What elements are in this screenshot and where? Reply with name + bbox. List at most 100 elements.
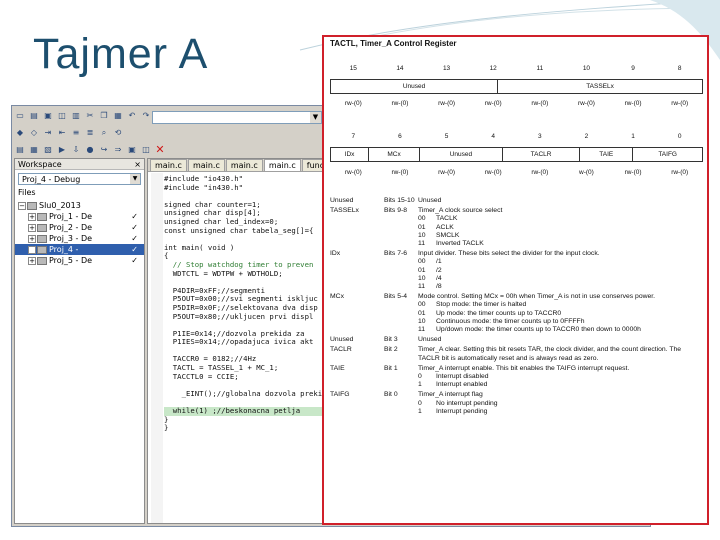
editor-tab[interactable]: main.c (150, 159, 187, 171)
paste-icon[interactable]: ▦ (112, 110, 124, 122)
next-bookmark-icon[interactable]: ◇ (28, 127, 40, 139)
access-type: rw-(0) (391, 169, 409, 176)
new-file-icon[interactable]: ▭ (14, 110, 26, 122)
workspace-tree-item[interactable]: + Proj_3 - De ✓ (15, 233, 144, 244)
run-icon[interactable]: ⇒ (112, 144, 124, 156)
code-line[interactable]: P1IES=0x14;//opadajuca ivica akt (164, 338, 322, 347)
option-value: 0 (418, 399, 422, 407)
editor-tab[interactable]: main.c (225, 159, 263, 171)
option-line: 11 Inverted TACLK (418, 240, 703, 248)
option-line: 11/8 (418, 283, 703, 291)
code-line[interactable]: const unsigned char tabela_seg[]={ (164, 226, 322, 236)
cut-icon[interactable]: ✂ (84, 110, 96, 122)
undo-icon[interactable]: ↶ (126, 110, 138, 122)
description-text: Mode control. Setting MCx = 00h when Tim… (418, 293, 656, 301)
code-line[interactable]: #include "in430.h" (164, 183, 322, 193)
field-name: IDx (330, 250, 341, 258)
bit-number: 1 (631, 133, 635, 140)
expand-toggle-icon[interactable]: + (28, 234, 36, 243)
save-icon[interactable]: ▣ (42, 110, 54, 122)
find-combo[interactable]: ▼ (152, 111, 322, 124)
field-bits: Bits 5-4 (384, 293, 408, 301)
workspace-tree-item[interactable]: − Slu0_2013 (15, 200, 144, 211)
tree-item-label: Proj_5 - De (49, 256, 93, 265)
expand-toggle-icon[interactable]: + (28, 245, 36, 254)
field-name: TASSELx (330, 207, 359, 215)
debug-icon[interactable]: ▶ (56, 144, 68, 156)
tree-item-label: Slu0_2013 (39, 201, 81, 210)
editor-tab[interactable]: main.c (263, 159, 301, 171)
code-line[interactable]: _EINT();//globalna dozvola preki (164, 389, 323, 399)
chevron-down-icon[interactable]: ▼ (130, 174, 140, 184)
print-icon[interactable]: ▥ (70, 110, 82, 122)
tree-item-label: Proj_4 - (49, 245, 79, 254)
stop-build-icon[interactable]: ✕ (154, 143, 166, 156)
find-icon[interactable]: ⌕ (98, 127, 110, 139)
check-icon: ✓ (131, 256, 138, 265)
download-icon[interactable]: ⇩ (70, 144, 82, 156)
expand-toggle-icon[interactable]: − (18, 201, 26, 210)
code-line[interactable]: TACCTL0 = CCIE; (164, 372, 322, 382)
register-title: TACTL, Timer_A Control Register (330, 39, 457, 48)
register-field: IDx (329, 147, 370, 162)
redo-icon[interactable]: ↷ (140, 110, 152, 122)
expand-toggle-icon[interactable]: + (28, 223, 36, 232)
code-lines: #include "io430.h" #include "in430.h" sig… (164, 174, 323, 433)
chevron-down-icon[interactable]: ▼ (310, 112, 321, 123)
make-icon[interactable]: ▦ (28, 144, 40, 156)
options-icon[interactable]: ▣ (126, 144, 138, 156)
comment-icon[interactable]: ≡ (70, 127, 82, 139)
close-icon[interactable]: × (134, 159, 141, 170)
indent-icon[interactable]: ⇥ (42, 127, 54, 139)
workspace-tree-item[interactable]: + Proj_1 - De ✓ (15, 211, 144, 222)
access-type: rw-(0) (438, 100, 456, 107)
code-line[interactable]: int main( void ) (164, 243, 322, 253)
description-row: TASSELx Bits 9-8 Timer_A clock source sele… (330, 207, 703, 248)
workspace-tree-item[interactable]: + Proj_4 - ✓ (15, 244, 144, 255)
option-value: 00 (418, 215, 426, 223)
option-meaning: /8 (436, 283, 442, 291)
rebuild-icon[interactable]: ▧ (42, 144, 54, 156)
option-line: 00/1 (418, 258, 703, 266)
compile-icon[interactable]: ▤ (14, 144, 26, 156)
outdent-icon[interactable]: ⇤ (56, 127, 68, 139)
save-all-icon[interactable]: ◫ (56, 110, 68, 122)
breakpoint-icon[interactable]: ● (84, 144, 96, 156)
bookmark-icon[interactable]: ◆ (14, 127, 26, 139)
window-icon[interactable]: ◫ (140, 144, 152, 156)
option-value: 10 (418, 231, 426, 239)
option-value: 1 (418, 381, 422, 389)
code-line[interactable]: P5OUT=0x80;//ukljucen prvi displ (164, 312, 322, 322)
workspace-tree-item[interactable]: + Proj_2 - De ✓ (15, 222, 144, 233)
code-line[interactable]: while(1) ;//beskonacna petlja (164, 406, 323, 416)
step-icon[interactable]: ↪ (98, 144, 110, 156)
option-meaning: No interrupt pending (436, 399, 498, 407)
editor-tab[interactable]: main.c (187, 159, 225, 171)
workspace-tree-item[interactable]: + Proj_5 - De ✓ (15, 255, 144, 266)
code-line[interactable]: WDTCTL = WDTPW + WDTHOLD; (164, 269, 322, 279)
uncomment-icon[interactable]: ≣ (84, 127, 96, 139)
field-description: Timer_A clear. Setting this bit resets T… (418, 346, 703, 362)
bit-number: 9 (631, 65, 635, 72)
field-name: Unused (330, 336, 354, 344)
description-row: Unused Bit 3 Unused (330, 336, 703, 344)
access-type: rw-(0) (438, 169, 456, 176)
replace-icon[interactable]: ⟲ (112, 127, 124, 139)
bit-numbers-high: 15 14 13 12 11 10 9 8 (330, 65, 703, 72)
description-text: Timer_A interrupt flag (418, 391, 483, 399)
code-line[interactable]: } (164, 424, 322, 433)
bit-number: 4 (491, 133, 495, 140)
expand-toggle-icon[interactable]: + (28, 212, 36, 221)
register-field: TAIE (579, 147, 634, 162)
code-line[interactable]: } (164, 415, 322, 425)
expand-toggle-icon[interactable]: + (28, 256, 36, 265)
access-type: rw-(0) (484, 100, 502, 107)
option-value: 1 (418, 407, 422, 415)
option-line: 01 ACLK (418, 224, 703, 232)
bit-number: 0 (677, 133, 682, 140)
option-meaning: Up/down mode: the timer counts up to TAC… (436, 326, 641, 334)
open-file-icon[interactable]: ▤ (28, 110, 40, 122)
workspace-config-select[interactable]: Proj_4 - Debug ▼ (18, 173, 141, 185)
option-line: 01 Up mode: the timer counts up to TACCR0 (418, 310, 703, 318)
copy-icon[interactable]: ❐ (98, 110, 110, 122)
